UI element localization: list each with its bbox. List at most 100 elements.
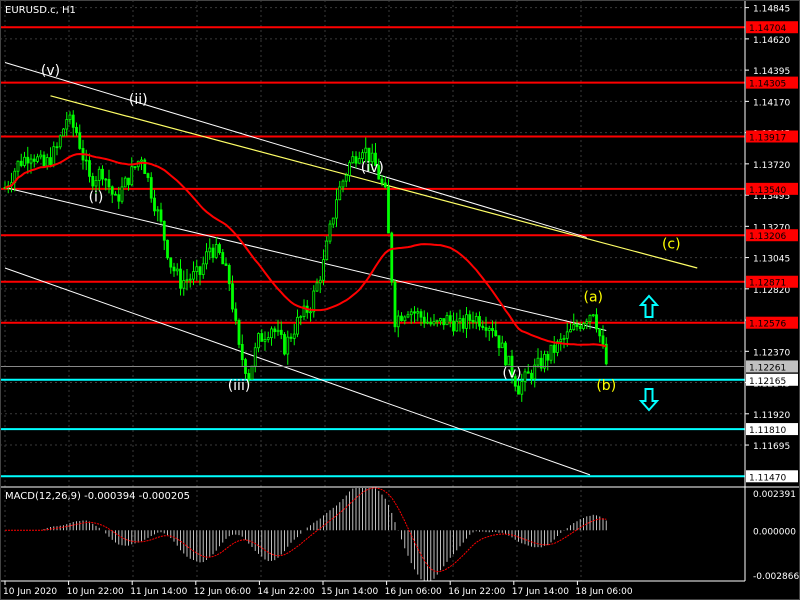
candle-body [42, 154, 46, 167]
candle-body [338, 186, 342, 201]
chart-background [0, 0, 800, 600]
candle-body [335, 199, 338, 219]
candle-body [344, 174, 348, 182]
candle-body [403, 316, 407, 322]
candle-body [162, 220, 166, 241]
candle-body [75, 126, 78, 134]
candle-body [331, 217, 335, 225]
price-tick-label: 1.12370 [753, 348, 790, 358]
candle-body [354, 156, 358, 164]
candle-body [231, 283, 234, 310]
candle-body [487, 328, 491, 331]
candle-body [127, 177, 130, 186]
candle-body [182, 280, 186, 289]
candle-body [591, 314, 595, 317]
price-tick-label: 1.11920 [753, 411, 790, 421]
candle-body [107, 179, 111, 188]
time-tick-label: 16 Jun 22:00 [448, 587, 505, 597]
candle-body [104, 178, 108, 181]
candle-body [432, 321, 436, 325]
candle-body [224, 263, 228, 266]
macd-tick-label: 0.000000 [753, 527, 796, 537]
candle-body [296, 316, 299, 335]
candle-body [598, 328, 602, 337]
candle-body [88, 160, 91, 177]
candle-body [45, 157, 49, 167]
candle-body [478, 316, 481, 327]
candle-body [572, 324, 576, 330]
candle-body [166, 239, 169, 259]
candle-body [71, 114, 75, 128]
candle-body [101, 168, 104, 180]
candle-body [286, 336, 290, 355]
time-tick-label: 18 Jun 06:00 [575, 587, 632, 597]
candle-body [195, 266, 199, 272]
candle-body [445, 315, 449, 326]
candle-body [585, 321, 589, 325]
candle-body [312, 290, 316, 313]
candle-body [601, 335, 605, 345]
candle-body [351, 156, 355, 164]
candle-body [91, 175, 95, 187]
candle-body [130, 166, 134, 186]
candle-body [582, 323, 585, 329]
candle-body [390, 232, 394, 283]
level-label: 1.14704 [749, 24, 786, 34]
candle-body [211, 247, 215, 258]
wave-label: (ii) [129, 92, 148, 108]
candle-body [65, 119, 69, 130]
candle-body [533, 364, 537, 380]
candle-body [497, 335, 501, 349]
candle-body [68, 114, 72, 120]
candle-body [55, 146, 59, 149]
candle-body [257, 333, 260, 349]
level-label: 1.13540 [749, 186, 786, 196]
candle-body [123, 177, 127, 188]
candle-body [237, 320, 241, 345]
price-tick-label: 1.13045 [753, 255, 790, 265]
price-tick-label: 1.13720 [753, 161, 790, 171]
candle-body [218, 244, 221, 253]
candle-body [318, 279, 322, 284]
candle-body [406, 314, 410, 318]
level-label: 1.12871 [749, 279, 786, 289]
macd-tick-label: 0.002391 [753, 490, 796, 500]
candle-body [140, 159, 143, 162]
candle-body [526, 371, 530, 374]
candle-body [484, 327, 488, 331]
candle-body [364, 147, 368, 154]
candle-body [439, 318, 442, 322]
candle-body [289, 336, 293, 339]
candle-body [253, 347, 257, 367]
candle-body [328, 223, 332, 242]
candle-body [117, 194, 121, 202]
candle-body [32, 158, 36, 162]
candle-body [536, 357, 540, 366]
candle-body [361, 152, 364, 159]
wave-label: (c) [662, 237, 681, 253]
candle-body [283, 334, 286, 355]
candle-body [156, 209, 160, 212]
candle-body [393, 281, 397, 328]
candle-body [309, 311, 312, 314]
candle-body [465, 314, 468, 329]
candle-body [179, 268, 182, 289]
level-label: 1.13917 [749, 133, 786, 143]
candle-body [416, 311, 420, 314]
candle-body [205, 251, 208, 265]
chart-svg[interactable]: (v) (ii) (i) (iv) (iii) (v) (a) (b) (c) 1.14845 1… [0, 0, 800, 600]
candle-body [52, 146, 56, 166]
level-label: 1.12165 [749, 377, 786, 387]
candle-body [175, 268, 179, 272]
candle-body [276, 329, 280, 333]
candle-body [120, 186, 124, 202]
candle-body [562, 337, 566, 340]
candle-body [214, 244, 218, 258]
candle-body [39, 154, 43, 158]
candle-body [588, 314, 592, 322]
candle-body [19, 160, 23, 166]
candle-body [266, 337, 270, 340]
level-label: 1.13206 [749, 232, 786, 242]
candle-body [270, 328, 273, 339]
candle-body [474, 316, 478, 323]
